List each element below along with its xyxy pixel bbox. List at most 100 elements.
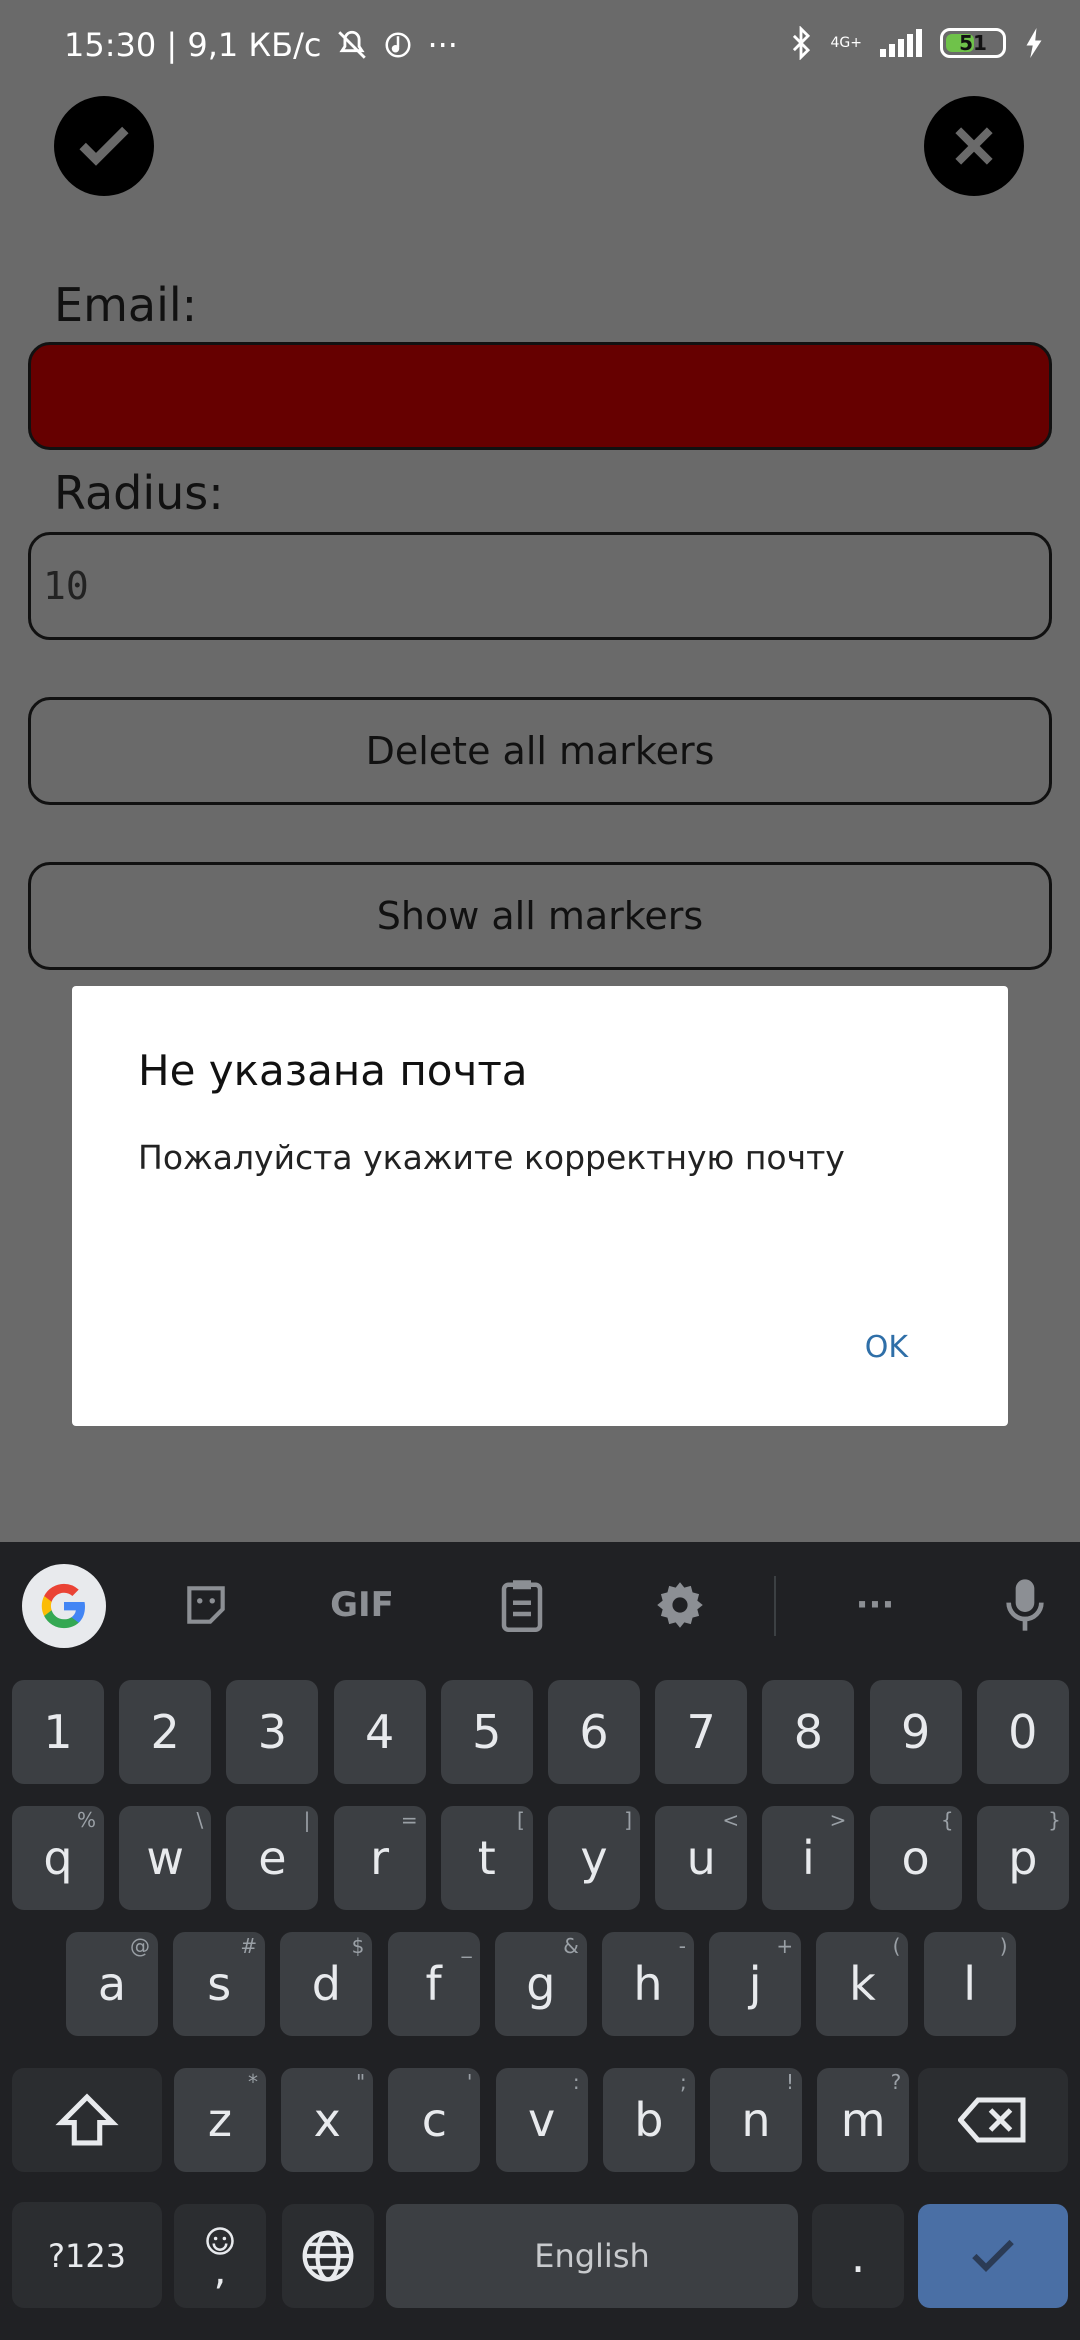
key-label: 5 [472,1705,502,1759]
key-c[interactable]: c ' [388,2068,481,2172]
key-hint: ( [892,1934,901,1958]
key-hint: : [572,2070,580,2094]
key-hint: + [776,1934,794,1958]
key-label: o [901,1831,930,1885]
key-4[interactable]: 4 [333,1680,426,1784]
key-label: 7 [686,1705,716,1759]
key-d[interactable]: d $ [280,1932,373,2036]
key-x[interactable]: x " [281,2068,374,2172]
key-6[interactable]: 6 [548,1680,640,1784]
key-b[interactable]: b; [602,2068,695,2172]
symbols-key[interactable]: ?123 [12,2204,162,2308]
key-9[interactable]: 9 [869,1680,962,1784]
key-label: h [633,1957,663,2011]
key-label: j [748,1957,762,2011]
key-l[interactable]: l) [923,1932,1016,2036]
key-label: p [1008,1831,1038,1885]
key-label: 4 [364,1705,395,1759]
key-a[interactable]: a @ [66,1932,158,2036]
key-label: e [258,1831,287,1885]
key-hint: { [940,1808,954,1832]
key-e[interactable]: e | [226,1806,319,1910]
checkmark-icon [79,126,129,166]
key-label: k [849,1957,876,2011]
enter-key[interactable] [918,2204,1068,2308]
clipboard-icon[interactable] [492,1560,552,1650]
key-hint: $ [351,1934,365,1958]
language-key[interactable] [282,2204,374,2308]
key-t[interactable]: t[ [440,1806,533,1910]
google-logo-icon[interactable] [22,1564,106,1648]
key-i[interactable]: i > [762,1806,855,1910]
key-2[interactable]: 2 [119,1680,212,1784]
key-hint: < [722,1808,740,1832]
key-label: c [421,2093,448,2147]
email-field[interactable] [28,342,1052,450]
sticker-icon[interactable] [176,1560,236,1650]
key-p[interactable]: p} [976,1806,1069,1910]
settings-gear-icon[interactable] [650,1560,710,1650]
more-options-icon[interactable]: ··· [840,1560,910,1650]
key-j[interactable]: j + [709,1932,802,2036]
status-bar: 15:30 | 9,1 КБ/с ··· 4G+ 51 [0,0,1080,96]
space-key[interactable]: English [386,2204,798,2308]
confirm-button[interactable] [54,96,154,196]
key-w[interactable]: w \ [119,1806,212,1910]
comma-emoji-key[interactable]: , [174,2204,266,2308]
key-hint: _ [461,1934,472,1958]
key-g[interactable]: g & [494,1932,587,2036]
backspace-key[interactable] [918,2068,1068,2172]
key-label: d [311,1957,341,2011]
delete-all-markers-button[interactable]: Delete all markers [28,697,1052,805]
key-3[interactable]: 3 [226,1680,319,1784]
signal-strength-icon [880,29,922,57]
key-label: z [207,2093,233,2147]
close-icon [955,127,993,165]
radius-field[interactable]: 10 [28,532,1052,640]
key-hint: & [563,1934,579,1958]
dialog-ok-button[interactable]: OK [865,1330,908,1365]
key-h[interactable]: h- [602,1932,694,2036]
key-y[interactable]: y] [548,1806,640,1910]
period-key[interactable]: . [812,2204,904,2308]
key-f[interactable]: f _ [387,1932,480,2036]
key-7[interactable]: 7 [655,1680,748,1784]
key-k[interactable]: k( [816,1932,909,2036]
key-q[interactable]: q% [12,1806,104,1910]
key-8[interactable]: 8 [762,1680,855,1784]
key-label: m [840,2093,886,2147]
key-z[interactable]: z * [174,2068,266,2172]
key-s[interactable]: s # [173,1932,266,2036]
key-n[interactable]: n! [710,2068,802,2172]
key-label: b [634,2093,664,2147]
key-label: a [97,1957,127,2011]
key-5[interactable]: 5 [440,1680,533,1784]
key-label: x [313,2093,341,2147]
gif-button[interactable]: GIF [322,1560,402,1650]
key-label: 2 [150,1705,180,1759]
key-label: 9 [900,1705,931,1759]
key-label: 3 [257,1705,288,1759]
close-button[interactable] [924,96,1024,196]
key-o[interactable]: o{ [869,1806,962,1910]
key-label: g [526,1957,556,2011]
key-label: f [425,1957,442,2011]
show-all-markers-button[interactable]: Show all markers [28,862,1052,970]
key-label: r [370,1831,390,1885]
key-m[interactable]: m? [817,2068,910,2172]
email-label: Email: [54,278,198,332]
key-label: u [686,1831,716,1885]
bluetooth-icon [792,26,810,60]
shift-key[interactable] [12,2068,162,2172]
key-u[interactable]: u < [655,1806,748,1910]
key-label: i [802,1831,815,1885]
microphone-icon[interactable] [1000,1560,1050,1650]
status-more-icon: ··· [427,26,458,64]
key-hint: ? [890,2070,902,2094]
key-0[interactable]: 0 [976,1680,1069,1784]
battery-level: 51 [959,31,987,55]
key-1[interactable]: 1 [12,1680,104,1784]
key-r[interactable]: r = [333,1806,426,1910]
key-v[interactable]: v: [495,2068,588,2172]
key-hint: [ [516,1808,525,1832]
